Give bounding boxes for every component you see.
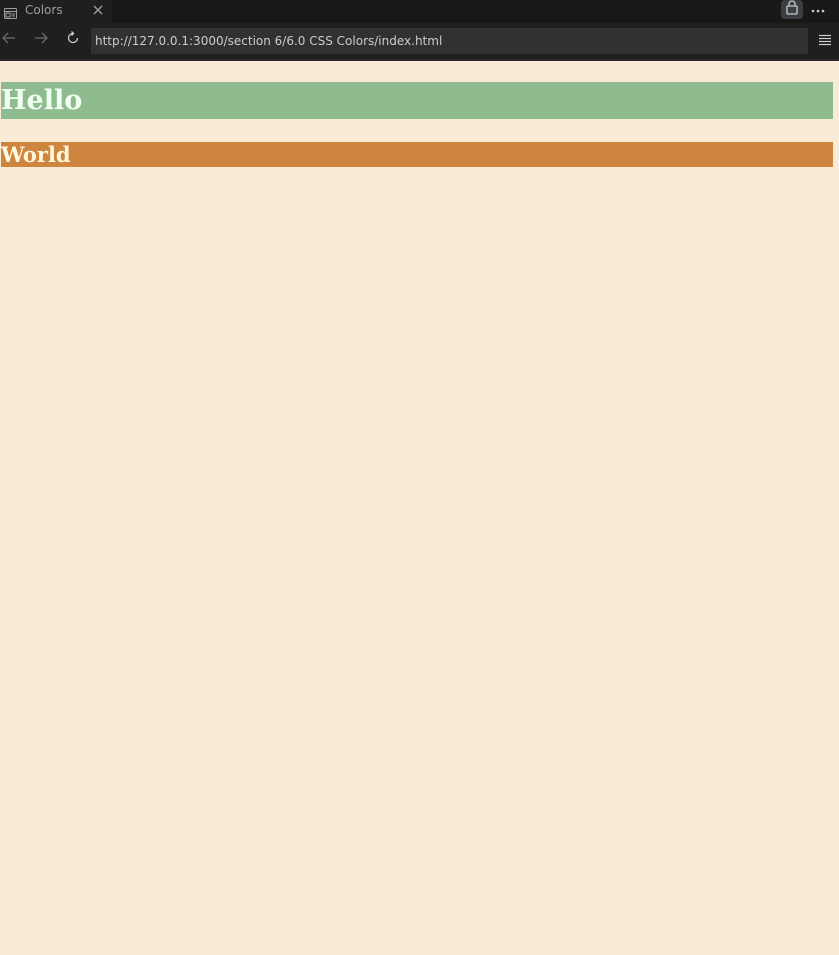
page-viewport: Hello World — [0, 61, 839, 955]
tab-title: Colors — [25, 3, 63, 17]
more-actions-button[interactable] — [809, 0, 827, 17]
hamburger-menu-icon — [818, 31, 832, 50]
arrow-right-icon — [33, 30, 49, 50]
navigation-bar — [0, 23, 839, 61]
close-icon[interactable] — [91, 2, 105, 16]
back-button[interactable] — [0, 31, 18, 49]
url-input[interactable] — [91, 28, 808, 54]
preview-page-icon — [4, 5, 17, 19]
lock-icon — [785, 0, 799, 19]
tab-colors[interactable]: Colors — [0, 0, 112, 23]
tab-bar: Colors — [0, 0, 839, 23]
menu-button[interactable] — [816, 31, 834, 49]
browser-window: Colors http://127.0.0.1:3000/section 6/6… — [0, 0, 839, 955]
world-heading: World — [1, 142, 833, 167]
reload-button[interactable] — [64, 31, 82, 49]
reload-icon — [65, 30, 81, 50]
ellipsis-icon — [810, 0, 826, 18]
arrow-left-icon — [1, 30, 17, 50]
lock-button[interactable] — [781, 0, 803, 19]
hello-heading: Hello — [1, 82, 833, 119]
forward-button[interactable] — [32, 31, 50, 49]
